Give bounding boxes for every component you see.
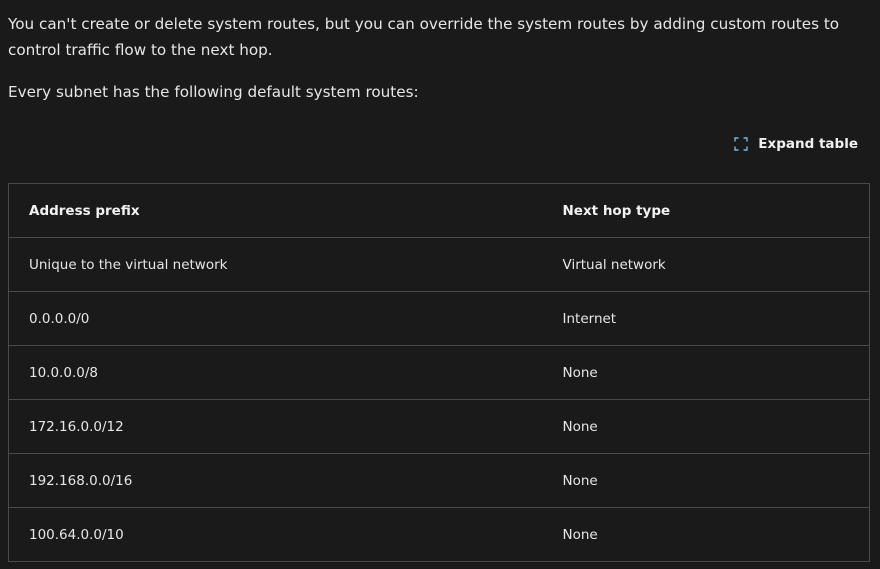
system-routes-table: Address prefix Next hop type Unique to t… [8,183,870,562]
address-prefix-cell: 192.168.0.0/16 [8,453,543,508]
table-header-row: Address prefix Next hop type [8,183,870,238]
table-row: 192.168.0.0/16 None [8,453,870,508]
next-hop-type-cell: None [542,345,870,400]
address-prefix-cell: 172.16.0.0/12 [8,399,543,454]
next-hop-type-header: Next hop type [542,183,870,238]
expand-table-button[interactable]: Expand table [734,131,858,157]
table-row: 100.64.0.0/10 None [8,507,870,562]
expand-icon [734,137,748,151]
next-hop-type-cell: None [542,507,870,562]
address-prefix-header: Address prefix [8,183,543,238]
intro-paragraph: You can't create or delete system routes… [8,15,840,59]
next-hop-type-cell: Internet [542,291,870,346]
address-prefix-cell: Unique to the virtual network [8,237,543,292]
address-prefix-cell: 0.0.0.0/0 [8,291,543,346]
table-row: 172.16.0.0/12 None [8,399,870,454]
subnet-paragraph: Every subnet has the following default s… [8,83,419,101]
address-prefix-cell: 10.0.0.0/8 [8,345,543,400]
next-hop-type-cell: None [542,453,870,508]
table-row: Unique to the virtual network Virtual ne… [8,237,870,292]
table-row: 0.0.0.0/0 Internet [8,291,870,346]
table-row: 10.0.0.0/8 None [8,345,870,400]
address-prefix-cell: 100.64.0.0/10 [8,507,543,562]
next-hop-type-cell: Virtual network [542,237,870,292]
next-hop-type-cell: None [542,399,870,454]
expand-table-label: Expand table [758,136,858,152]
